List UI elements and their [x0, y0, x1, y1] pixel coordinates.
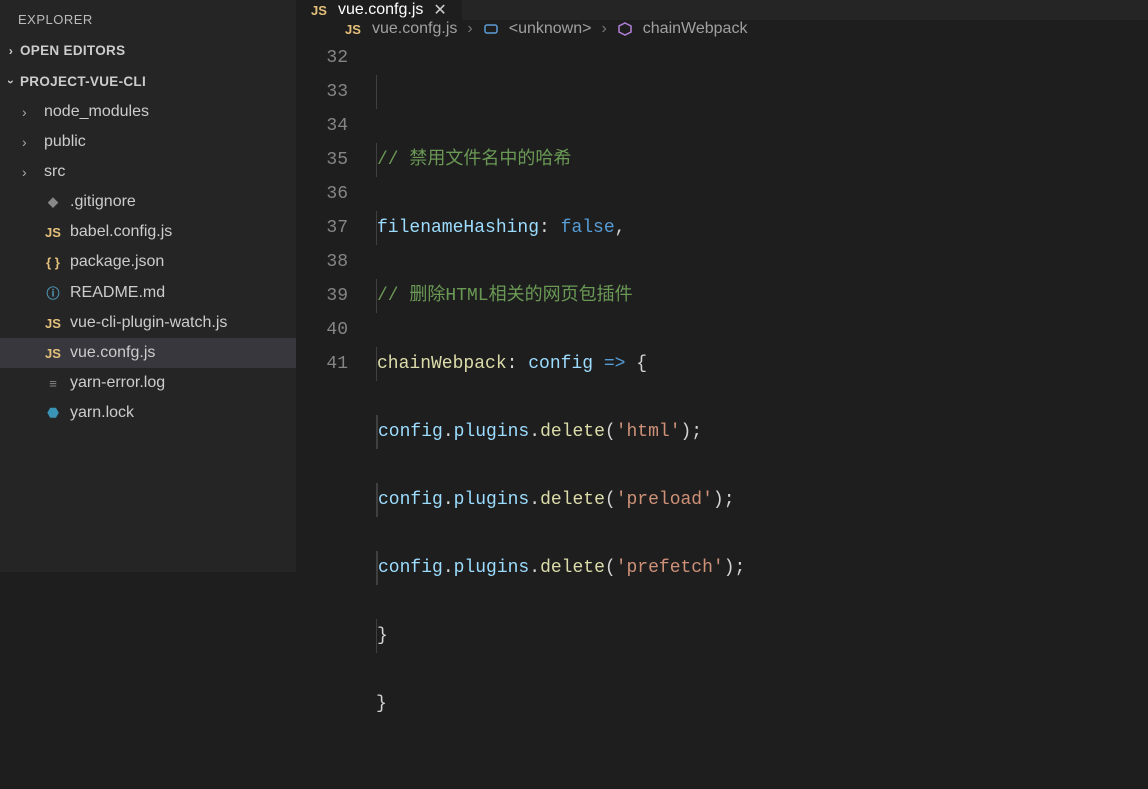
- file-readme[interactable]: ⓘ README.md: [0, 277, 296, 308]
- explorer-title: EXPLORER: [0, 4, 296, 35]
- folder-public[interactable]: › public: [0, 127, 296, 157]
- symbol-icon: [483, 21, 499, 37]
- method-icon: [617, 21, 633, 37]
- close-icon[interactable]: ✕: [433, 0, 446, 20]
- breadcrumb-symbol-1[interactable]: <unknown>: [509, 20, 592, 38]
- code-editor[interactable]: 32 33 34 35 36 37 38 39 40 41 // 禁用文件名中的…: [296, 39, 1148, 789]
- tab-bar: JS vue.confg.js ✕: [296, 0, 1148, 20]
- chevron-right-icon: ›: [4, 44, 18, 58]
- file-babel-config[interactable]: JS babel.config.js: [0, 217, 296, 247]
- file-gitignore[interactable]: ◆ .gitignore: [0, 187, 296, 217]
- js-icon: JS: [310, 3, 328, 18]
- yarn-icon: ⬣: [44, 405, 62, 421]
- chevron-right-icon: ›: [22, 104, 36, 120]
- chevron-right-icon: ›: [467, 20, 472, 38]
- breadcrumb-file[interactable]: vue.confg.js: [372, 20, 457, 38]
- tab-label: vue.confg.js: [338, 1, 423, 19]
- info-icon: ⓘ: [44, 283, 62, 302]
- folder-node-modules[interactable]: › node_modules: [0, 97, 296, 127]
- js-icon: JS: [44, 346, 62, 361]
- tab-vue-config[interactable]: JS vue.confg.js ✕: [296, 0, 462, 20]
- breadcrumb-symbol-2[interactable]: chainWebpack: [643, 20, 748, 38]
- explorer-sidebar: EXPLORER › OPEN EDITORS › PROJECT-VUE-CL…: [0, 0, 296, 572]
- chevron-right-icon: ›: [22, 134, 36, 150]
- folder-src[interactable]: › src: [0, 157, 296, 187]
- file-vue-cli-plugin[interactable]: JS vue-cli-plugin-watch.js: [0, 308, 296, 338]
- chevron-down-icon: ›: [4, 75, 18, 89]
- file-package-json[interactable]: { } package.json: [0, 247, 296, 277]
- js-icon: JS: [44, 225, 62, 240]
- project-section[interactable]: › PROJECT-VUE-CLI: [0, 66, 296, 97]
- editor-area: JS vue.confg.js ✕ JS vue.confg.js › <unk…: [296, 0, 1148, 572]
- js-icon: JS: [44, 316, 62, 331]
- line-gutter: 32 33 34 35 36 37 38 39 40 41: [296, 41, 376, 789]
- git-icon: ◆: [44, 194, 62, 210]
- js-icon: JS: [344, 22, 362, 37]
- code-content[interactable]: // 禁用文件名中的哈希 filenameHashing: false, // …: [376, 41, 1148, 789]
- file-yarn-error[interactable]: ≡ yarn-error.log: [0, 368, 296, 398]
- file-tree: › node_modules › public › src ◆ .gitigno…: [0, 97, 296, 428]
- json-icon: { }: [44, 255, 62, 270]
- open-editors-section[interactable]: › OPEN EDITORS: [0, 35, 296, 66]
- chevron-right-icon: ›: [601, 20, 606, 38]
- breadcrumb[interactable]: JS vue.confg.js › <unknown> › chainWebpa…: [296, 20, 1148, 39]
- chevron-right-icon: ›: [22, 164, 36, 180]
- log-icon: ≡: [44, 376, 62, 391]
- file-yarn-lock[interactable]: ⬣ yarn.lock: [0, 398, 296, 428]
- file-vue-config[interactable]: JS vue.confg.js: [0, 338, 296, 368]
